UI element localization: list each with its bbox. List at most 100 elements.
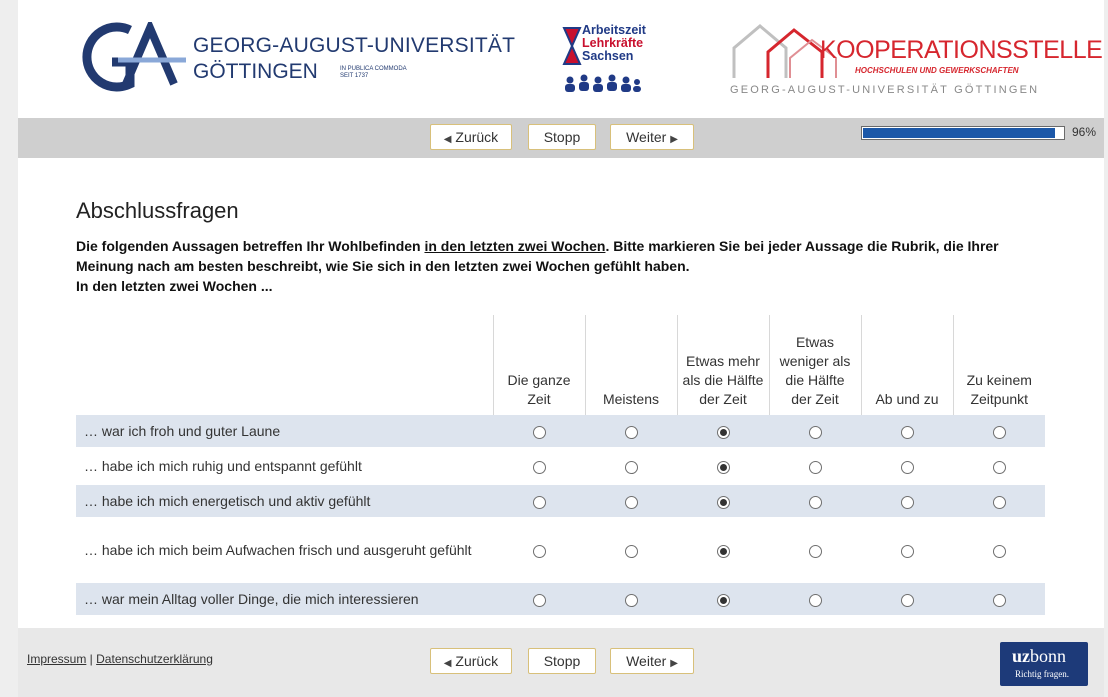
- ga-logo-line2: GÖTTINGEN: [193, 60, 318, 83]
- header: GEORG-AUGUST-UNIVERSITÄT GÖTTINGEN IN PU…: [18, 0, 1104, 118]
- option-cell: [493, 520, 585, 580]
- question-label: … war mein Alltag voller Dinge, die mich…: [76, 583, 493, 615]
- radio-button[interactable]: [624, 544, 638, 558]
- question-matrix: Die ganze Zeit Meistens Etwas mehr als d…: [76, 315, 1045, 615]
- chevron-right-icon: ▶: [670, 658, 678, 669]
- radio-button[interactable]: [532, 544, 546, 558]
- koop-title: KOOPERATIONSSTELLE: [820, 36, 1103, 64]
- radio-button[interactable]: [992, 544, 1006, 558]
- matrix-column-header: Etwas mehr als die Hälfte der Zeit: [676, 315, 769, 415]
- radio-button[interactable]: [716, 460, 730, 474]
- radio-button[interactable]: [900, 425, 914, 439]
- option-cell: [953, 450, 1045, 482]
- matrix-row: … habe ich mich ruhig und entspannt gefü…: [76, 450, 1045, 482]
- intro-text: Die folgenden Aussagen betreffen Ihr Woh…: [76, 236, 1036, 296]
- radio-button[interactable]: [624, 495, 638, 509]
- progress-bar: [861, 126, 1065, 140]
- option-cell: [493, 415, 585, 447]
- stop-button-top[interactable]: Stopp: [528, 124, 596, 150]
- radio-button[interactable]: [992, 495, 1006, 509]
- matrix-body: … war ich froh und guter Laune … habe ich…: [76, 415, 1045, 615]
- intro-part1: Die folgenden Aussagen betreffen Ihr Woh…: [76, 238, 425, 254]
- radio-button[interactable]: [716, 425, 730, 439]
- option-cell: [769, 583, 861, 615]
- back-button-bottom[interactable]: ◀ Zurück: [430, 648, 512, 674]
- page-title: Abschlussfragen: [76, 198, 239, 223]
- chevron-left-icon: ◀: [443, 658, 452, 669]
- kooperationsstelle-logo: KOOPERATIONSSTELLE HOCHSCHULEN UND GEWER…: [730, 22, 1103, 102]
- radio-button[interactable]: [808, 544, 822, 558]
- page-frame-right: [1104, 0, 1108, 697]
- radio-button[interactable]: [716, 495, 730, 509]
- matrix-row: … war ich froh und guter Laune: [76, 415, 1045, 447]
- datenschutz-link[interactable]: Datenschutzerklärung: [96, 652, 213, 666]
- radio-button[interactable]: [532, 425, 546, 439]
- main-content: Abschlussfragen Die folgenden Aussagen b…: [18, 158, 1104, 628]
- koop-subtitle: HOCHSCHULEN UND GEWERKSCHAFTEN: [855, 66, 1019, 75]
- option-cell: [953, 520, 1045, 580]
- als-logo-text: Arbeitszeit Lehrkräfte Sachsen: [582, 23, 646, 63]
- radio-button[interactable]: [808, 593, 822, 607]
- radio-button[interactable]: [900, 495, 914, 509]
- radio-button[interactable]: [716, 544, 730, 558]
- option-cell: [861, 520, 953, 580]
- matrix-column-header: Die ganze Zeit: [492, 315, 585, 415]
- option-cell: [585, 520, 677, 580]
- ga-logo-motto: IN PUBLICA COMMODA SEIT 1737: [340, 66, 407, 79]
- next-button-bottom[interactable]: Weiter ▶: [610, 648, 694, 674]
- radio-button[interactable]: [532, 495, 546, 509]
- matrix-column-header: Meistens: [584, 315, 677, 415]
- question-label: … habe ich mich energetisch und aktiv ge…: [76, 485, 493, 517]
- option-cell: [953, 583, 1045, 615]
- option-cell: [953, 485, 1045, 517]
- radio-button[interactable]: [716, 593, 730, 607]
- option-cell: [769, 415, 861, 447]
- option-cell: [861, 450, 953, 482]
- radio-button[interactable]: [624, 460, 638, 474]
- stop-button-label: Stopp: [543, 129, 581, 145]
- stop-button-bottom[interactable]: Stopp: [528, 648, 596, 674]
- option-cell: [769, 450, 861, 482]
- matrix-row: … war mein Alltag voller Dinge, die mich…: [76, 583, 1045, 615]
- matrix-column-header: Ab und zu: [860, 315, 953, 415]
- radio-button[interactable]: [624, 593, 638, 607]
- back-button-label: Zurück: [455, 653, 499, 669]
- option-cell: [585, 415, 677, 447]
- option-cell: [493, 583, 585, 615]
- radio-button[interactable]: [992, 460, 1006, 474]
- radio-button[interactable]: [992, 425, 1006, 439]
- radio-button[interactable]: [808, 425, 822, 439]
- intro-line3: In den letzten zwei Wochen ...: [76, 278, 273, 294]
- next-button-top[interactable]: Weiter ▶: [610, 124, 694, 150]
- option-cell: [861, 485, 953, 517]
- radio-button[interactable]: [532, 593, 546, 607]
- impressum-link[interactable]: Impressum: [27, 652, 86, 666]
- radio-button[interactable]: [992, 593, 1006, 607]
- top-navigation-bar: ◀ Zurück Stopp Weiter ▶ 96%: [18, 118, 1104, 158]
- footer-separator: |: [86, 652, 97, 666]
- back-button-top[interactable]: ◀ Zurück: [430, 124, 512, 150]
- footer-links: Impressum | Datenschutzerklärung: [27, 652, 213, 666]
- page-frame-left: [0, 0, 18, 697]
- progress-bar-fill: [863, 128, 1055, 138]
- uzbonn-wordmark: uzbonn: [1012, 646, 1066, 666]
- next-button-label: Weiter: [626, 653, 667, 669]
- chevron-right-icon: ▶: [670, 134, 678, 145]
- option-cell: [585, 485, 677, 517]
- intro-underlined: in den letzten zwei Wochen: [424, 238, 606, 254]
- radio-button[interactable]: [532, 460, 546, 474]
- radio-button[interactable]: [624, 425, 638, 439]
- option-cell: [769, 520, 861, 580]
- radio-button[interactable]: [808, 460, 822, 474]
- option-cell: [677, 583, 769, 615]
- hourglass-icon: [562, 27, 582, 65]
- ga-logo-line1: GEORG-AUGUST-UNIVERSITÄT: [193, 34, 516, 57]
- uzbonn-logo: uzbonn Richtig fragen.: [1000, 642, 1088, 686]
- radio-button[interactable]: [900, 593, 914, 607]
- radio-button[interactable]: [900, 460, 914, 474]
- option-cell: [677, 485, 769, 517]
- option-cell: [493, 450, 585, 482]
- radio-button[interactable]: [900, 544, 914, 558]
- radio-button[interactable]: [808, 495, 822, 509]
- option-cell: [953, 415, 1045, 447]
